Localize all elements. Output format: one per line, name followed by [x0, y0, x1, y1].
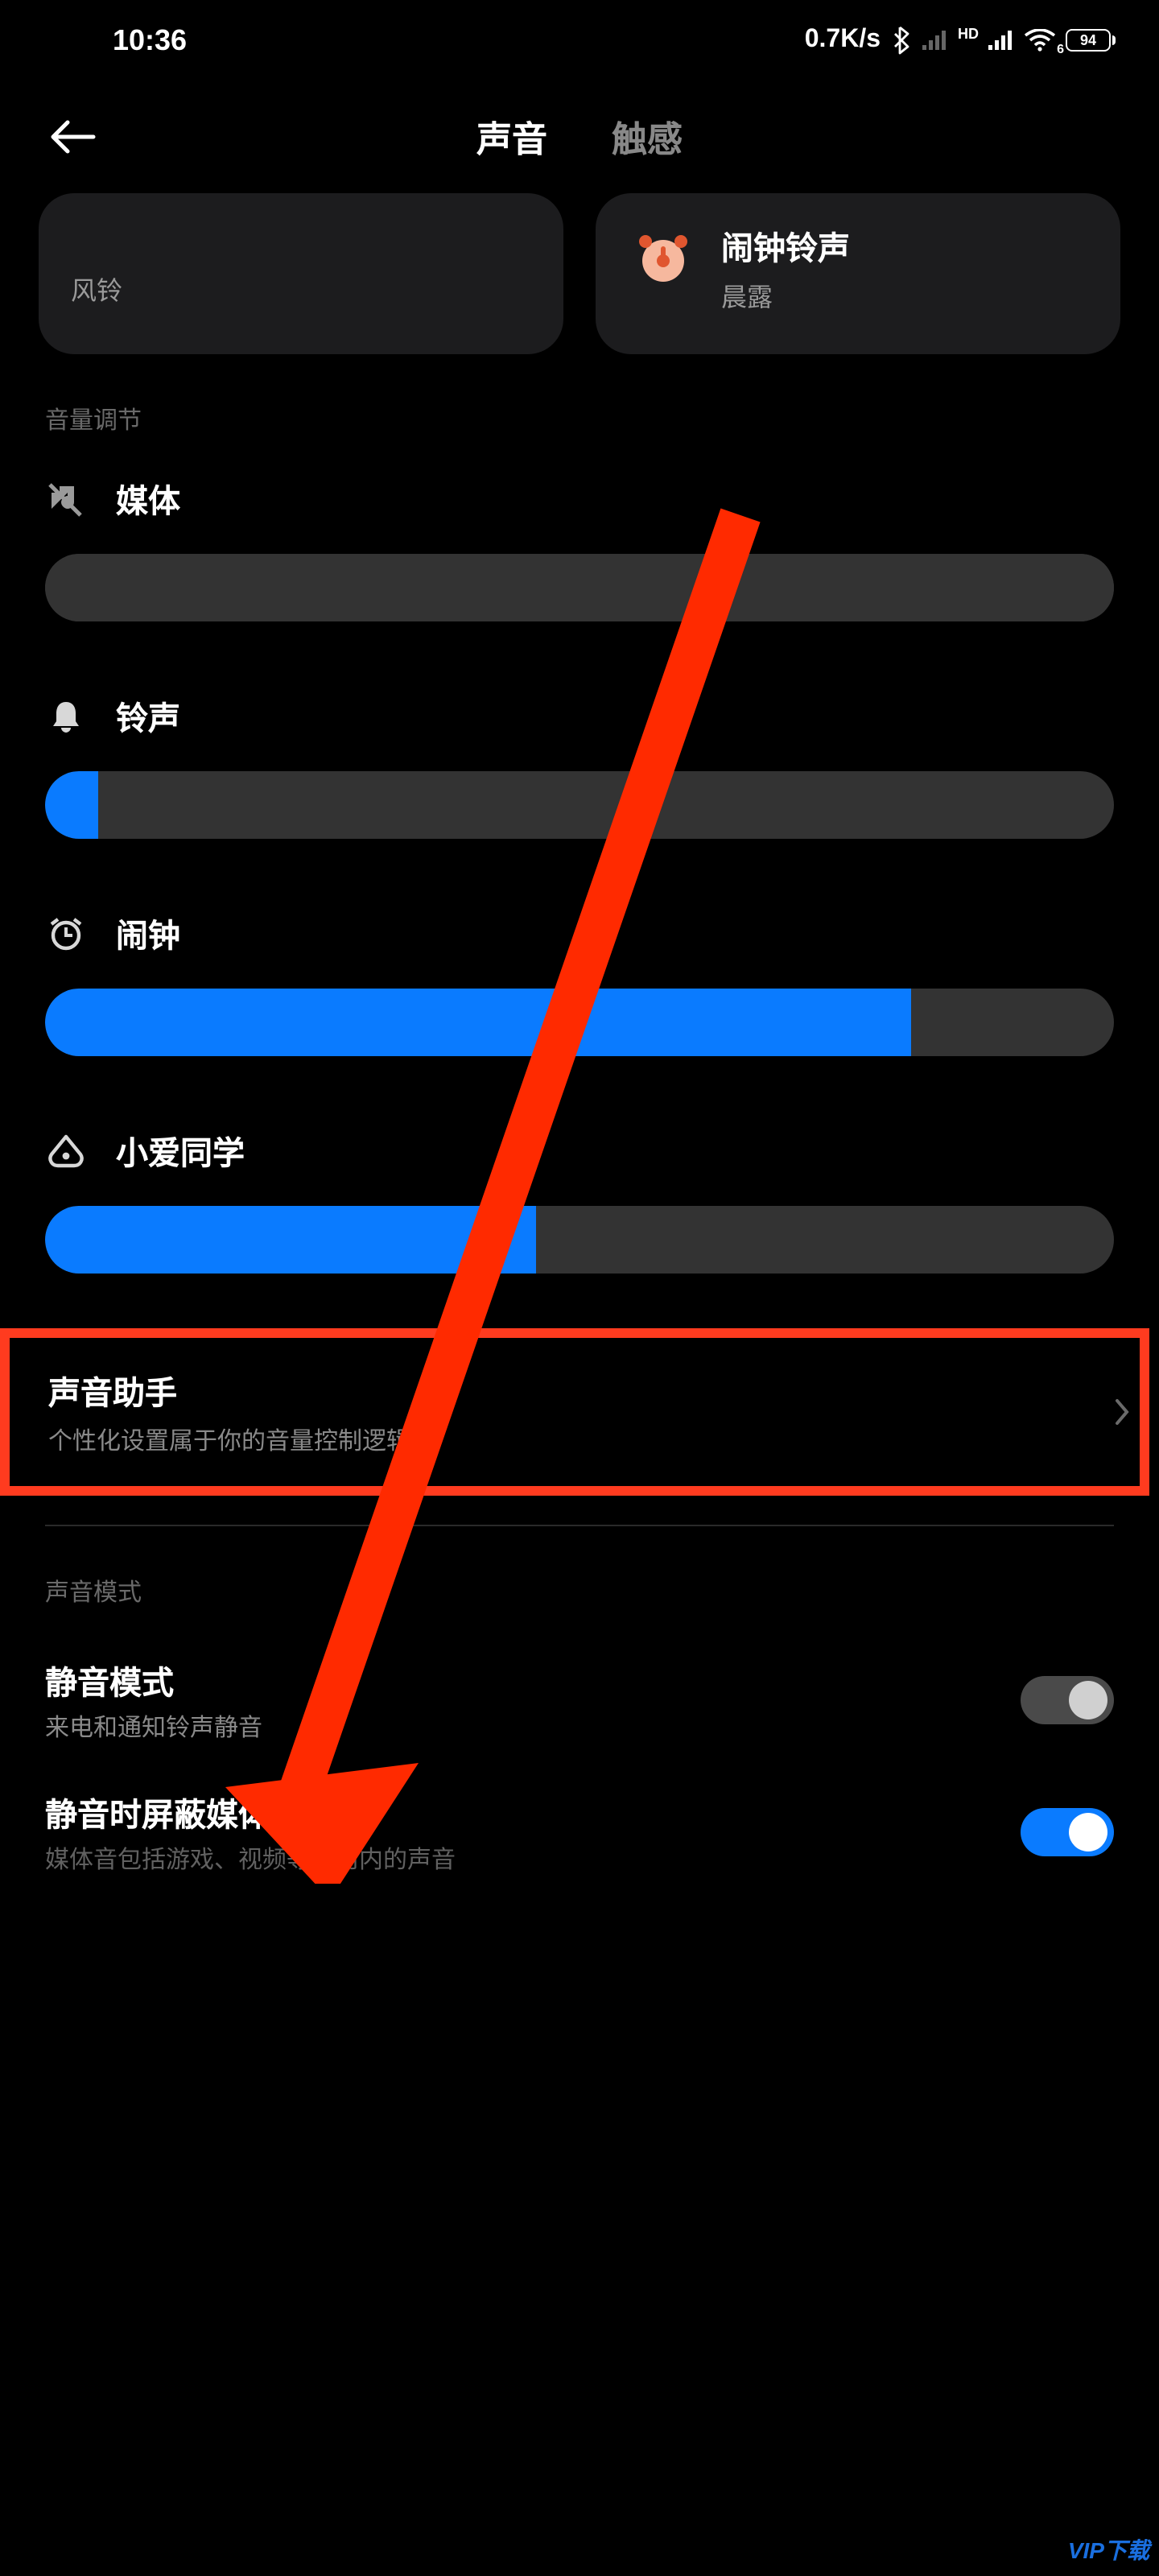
signal-2-icon: [988, 31, 1014, 50]
alarm-sound-card[interactable]: 闹钟铃声 晨露: [596, 193, 1120, 354]
sound-cards-row: 风铃 闹钟铃声 晨露: [0, 193, 1159, 354]
silent-mode-toggle[interactable]: [1021, 1676, 1114, 1724]
bell-icon: [45, 695, 87, 737]
mute-media-title: 静音时屏蔽媒体音: [45, 1789, 456, 1835]
alarm-card-sub: 晨露: [721, 275, 850, 314]
ringtone-volume-label: 铃声: [116, 692, 180, 739]
bluetooth-icon: [890, 26, 913, 55]
ringtone-volume-fill: [45, 771, 98, 839]
xiaoai-volume-label: 小爱同学: [116, 1127, 245, 1174]
hd-label: HD: [958, 26, 979, 42]
mute-media-toggle[interactable]: [1021, 1808, 1114, 1856]
xiaoai-volume-row: 小爱同学: [0, 1104, 1159, 1280]
page-header: 声音 触感: [0, 80, 1159, 193]
silent-mode-row: 静音模式 来电和通知铃声静音: [0, 1624, 1159, 1744]
ringtone-volume-slider[interactable]: [45, 771, 1114, 839]
media-volume-row: 媒体: [0, 452, 1159, 628]
mute-media-sub: 媒体音包括游戏、视频等应用内的声音: [45, 1842, 456, 1876]
tab-sound[interactable]: 声音: [476, 111, 547, 163]
sound-assistant-title: 声音助手: [48, 1367, 410, 1414]
status-bar: 10:36 0.7K/s HD 6 94: [0, 0, 1159, 80]
media-volume-slider[interactable]: [45, 554, 1114, 621]
watermark-brand: VIP下载: [1068, 2537, 1149, 2563]
status-time: 10:36: [48, 23, 187, 57]
watermark: VIP下载: [1068, 2534, 1149, 2566]
tab-haptics[interactable]: 触感: [612, 111, 683, 163]
alarm-clock-icon: [628, 222, 699, 293]
sound-assistant-row[interactable]: 声音助手 个性化设置属于你的音量控制逻辑: [0, 1328, 1149, 1496]
chevron-right-icon: [1114, 1397, 1130, 1426]
wifi-icon: 6: [1024, 29, 1056, 52]
media-mute-icon: [45, 477, 87, 519]
notification-card-sub: 风铃: [71, 269, 122, 308]
notification-sound-card[interactable]: 风铃: [39, 193, 563, 354]
xiaoai-volume-fill: [45, 1206, 537, 1274]
alarm-volume-row: 闹钟: [0, 887, 1159, 1063]
network-speed: 0.7K/s: [805, 26, 881, 55]
alarm-volume-label: 闹钟: [116, 910, 180, 956]
silent-mode-sub: 来电和通知铃声静音: [45, 1710, 262, 1744]
xiaoai-volume-slider[interactable]: [45, 1206, 1114, 1274]
signal-1-icon: [922, 31, 948, 50]
media-volume-fill: [45, 554, 1114, 621]
sound-mode-header: 声音模式: [0, 1526, 1159, 1624]
sound-assistant-sub: 个性化设置属于你的音量控制逻辑: [48, 1423, 410, 1457]
back-button[interactable]: [48, 119, 113, 155]
mute-media-row: 静音时屏蔽媒体音 媒体音包括游戏、视频等应用内的声音: [0, 1744, 1159, 1876]
header-tabs: 声音 触感: [113, 111, 1046, 163]
notification-card-title: [71, 230, 122, 262]
ringtone-volume-row: 铃声: [0, 670, 1159, 845]
media-volume-label: 媒体: [116, 475, 180, 522]
status-right: 0.7K/s HD 6 94: [805, 26, 1111, 55]
alarm-volume-slider[interactable]: [45, 989, 1114, 1056]
volume-section-header: 音量调节: [0, 354, 1159, 452]
xiaoai-icon: [45, 1129, 87, 1171]
alarm-card-title: 闹钟铃声: [721, 222, 850, 269]
alarm-icon: [45, 912, 87, 954]
silent-mode-title: 静音模式: [45, 1657, 262, 1703]
battery-icon: 94: [1066, 29, 1111, 52]
alarm-volume-fill: [45, 989, 911, 1056]
